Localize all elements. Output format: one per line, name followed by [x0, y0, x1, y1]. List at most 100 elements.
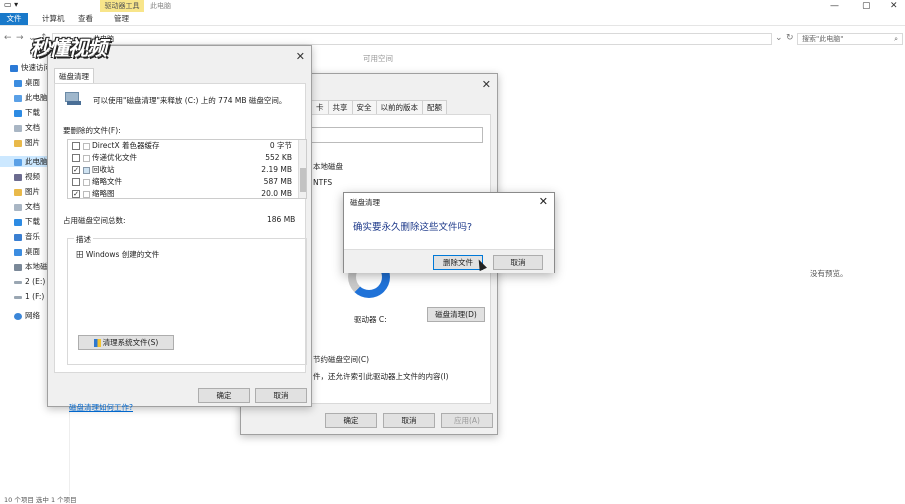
close-icon[interactable]: ✕ [890, 0, 898, 12]
apply-button[interactable]: 应用(A) [441, 413, 493, 428]
tab-hardware[interactable]: 卡 [311, 100, 329, 114]
compress-drive-checkbox-label[interactable]: 节约磁盘空间(C) [313, 354, 369, 365]
recycle-bin-icon [83, 167, 90, 174]
drive-name-input[interactable] [311, 127, 483, 143]
nav-music[interactable]: 音乐 [14, 231, 40, 242]
file-icon [83, 191, 90, 198]
maximize-icon[interactable]: ▢ [862, 0, 871, 12]
nav-documents-pc[interactable]: 文档 [14, 201, 40, 212]
index-drive-checkbox-label[interactable]: 件，还允许索引此驱动器上文件的内容(I) [313, 371, 449, 382]
music-icon [14, 233, 22, 241]
nav-documents[interactable]: 文档 [14, 122, 40, 133]
nav-desktop[interactable]: 桌面 [14, 77, 40, 88]
close-icon[interactable]: ✕ [296, 50, 305, 63]
confirm-question: 确实要永久删除这些文件吗? [353, 222, 473, 233]
drive-cleanup-icon [65, 92, 83, 106]
checkbox[interactable] [72, 142, 80, 150]
drive-icon [14, 280, 22, 284]
tab-disk-cleanup[interactable]: 磁盘清理 [54, 68, 94, 84]
tab-sharing[interactable]: 共享 [327, 100, 353, 114]
download-icon [14, 218, 22, 226]
dialog-title: 磁盘清理 [350, 198, 380, 207]
drive-type-value: 本地磁盘 [313, 162, 343, 171]
nav-quick-access[interactable]: 快速访问 [10, 62, 51, 73]
nav-drive-f[interactable]: 1 (F:) [14, 291, 44, 302]
network-icon [14, 312, 22, 320]
close-icon[interactable]: ✕ [482, 78, 491, 91]
nav-drive-e[interactable]: 2 (E:) [14, 276, 45, 287]
nav-this-pc[interactable]: 此电脑 [0, 156, 48, 167]
cancel-button[interactable]: 取消 [383, 413, 435, 428]
tab-computer[interactable]: 计算机 [36, 13, 71, 25]
checkbox[interactable] [72, 178, 80, 186]
shield-icon [93, 339, 101, 347]
column-free-space[interactable]: 可用空间 [363, 53, 393, 64]
close-icon[interactable]: ✕ [539, 195, 548, 208]
list-item[interactable]: ✓ 缩略图 20.0 MB [68, 188, 306, 198]
tab-previous-versions[interactable]: 以前的版本 [375, 100, 423, 114]
scrollbar[interactable] [298, 140, 306, 198]
confirm-delete-dialog: 磁盘清理 ✕ 确实要永久删除这些文件吗? 删除文件 取消 [343, 192, 555, 273]
description-title: 描述 [74, 234, 93, 245]
list-item[interactable]: 缩略文件 587 MB [68, 176, 306, 188]
disk-cleanup-button[interactable]: 磁盘清理(D) [427, 307, 485, 322]
ribbon-tabs: 驱动器工具 文件 计算机 查看 管理 [0, 0, 905, 26]
nav-desktop-pc[interactable]: 桌面 [14, 246, 40, 257]
drive-icon [14, 295, 22, 299]
quick-access-toolbar-icon[interactable]: ▭ ▾ [4, 0, 18, 9]
refresh-icon[interactable]: ↻ [786, 33, 794, 43]
total-space-label: 占用磁盘空间总数: [63, 216, 126, 225]
download-icon [14, 109, 22, 117]
nav-this-pc-qa[interactable]: 此电脑 [14, 92, 48, 103]
clean-system-files-button[interactable]: 清理系统文件(S) [78, 335, 174, 350]
nav-pictures-pc[interactable]: 图片 [14, 186, 40, 197]
cancel-button[interactable]: 取消 [255, 388, 307, 403]
address-dropdown-icon[interactable]: ⌄ [775, 33, 783, 43]
nav-downloads-pc[interactable]: 下载 [14, 216, 40, 227]
drive-tools-label: 驱动器工具 [100, 0, 144, 12]
tab-security[interactable]: 安全 [351, 100, 377, 114]
minimize-icon[interactable]: — [830, 0, 839, 12]
nav-network[interactable]: 网络 [14, 310, 40, 321]
nav-videos[interactable]: 视频 [14, 171, 40, 182]
checkbox[interactable] [72, 154, 80, 162]
cancel-button[interactable]: 取消 [493, 255, 543, 270]
checkbox[interactable]: ✓ [72, 190, 80, 198]
file-icon [83, 143, 90, 150]
star-icon [10, 64, 18, 72]
checkbox[interactable]: ✓ [72, 166, 80, 174]
picture-icon [14, 139, 22, 147]
search-placeholder: 搜索"此电脑" [802, 35, 844, 43]
computer-icon [14, 158, 22, 166]
drive-icon [14, 263, 22, 271]
video-icon [14, 173, 22, 181]
list-item[interactable]: DirectX 着色器缓存 0 字节 [68, 140, 306, 152]
description-text: 田 Windows 创建的文件 [76, 250, 160, 259]
nav-downloads[interactable]: 下载 [14, 107, 40, 118]
window-title: 此电脑 [150, 2, 171, 10]
ok-button[interactable]: 确定 [198, 388, 250, 403]
status-bar: 10 个项目 选中 1 个项目 [4, 496, 77, 504]
list-item[interactable]: 传递优化文件 552 KB [68, 152, 306, 164]
nav-pictures[interactable]: 图片 [14, 137, 40, 148]
search-icon: ⌕ [894, 35, 898, 43]
tab-view[interactable]: 查看 [72, 13, 99, 25]
dialog-footer: 删除文件 取消 [344, 249, 554, 273]
filesystem-value: NTFS [313, 178, 333, 187]
scroll-thumb[interactable] [300, 168, 306, 192]
preview-pane-text: 没有预览。 [810, 269, 848, 278]
computer-icon [14, 94, 22, 102]
search-input[interactable]: 搜索"此电脑" ⌕ [797, 33, 903, 45]
ok-button[interactable]: 确定 [325, 413, 377, 428]
address-input[interactable]: 此电脑 [52, 33, 772, 45]
how-cleanup-works-link[interactable]: 磁盘清理如何工作? [69, 402, 133, 413]
tab-manage[interactable]: 管理 [108, 13, 135, 25]
tab-file[interactable]: 文件 [0, 13, 28, 25]
back-icon[interactable]: ← [4, 33, 12, 43]
list-item[interactable]: ✓ 回收站 2.19 MB [68, 164, 306, 176]
tab-quota[interactable]: 配额 [422, 100, 447, 114]
watermark-logo: 秒懂视频 [30, 36, 107, 60]
forward-icon[interactable]: → [16, 33, 24, 43]
description-group: 描述 田 Windows 创建的文件 清理系统文件(S) [67, 234, 307, 365]
document-icon [14, 124, 22, 132]
